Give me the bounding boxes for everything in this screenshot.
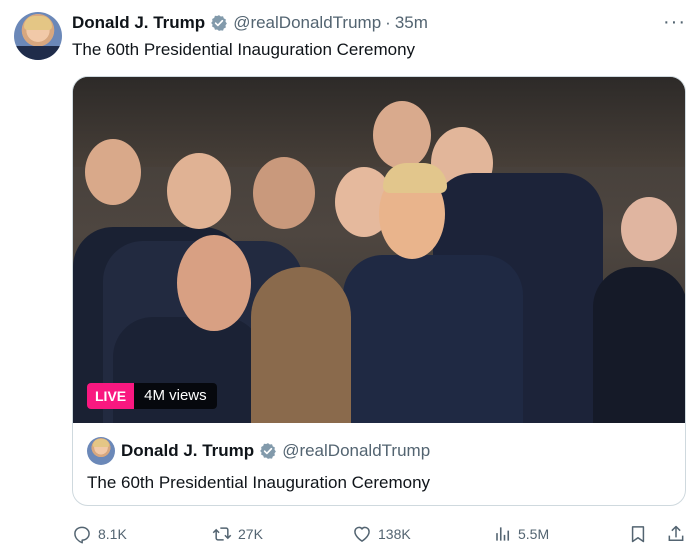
quoted-post-text: The 60th Presidential Inauguration Cerem…	[87, 473, 431, 492]
reply-count: 8.1K	[98, 526, 127, 542]
views-button[interactable]: 5.5M	[492, 522, 549, 546]
repost-icon	[212, 527, 232, 541]
embedded-live-card[interactable]: LIVE 4M views Donald J. Trump @realDonal…	[72, 76, 686, 506]
figure-head	[373, 101, 431, 169]
like-icon	[354, 526, 370, 542]
figure-hair	[383, 163, 447, 193]
live-badge: LIVE	[87, 383, 135, 409]
like-button[interactable]: 138K	[352, 522, 411, 546]
live-video[interactable]: LIVE 4M views	[73, 77, 685, 423]
more-options-icon[interactable]: ···	[663, 12, 686, 32]
figure-head	[85, 139, 141, 205]
action-bar: 8.1K 27K 138K 5.5M	[72, 522, 686, 546]
live-view-count: 4M views	[134, 383, 217, 409]
bookmark-icon	[631, 526, 645, 543]
figure-hair	[251, 267, 351, 423]
reply-icon	[74, 526, 90, 544]
avatar-hair	[24, 16, 52, 30]
figure-body	[343, 255, 523, 423]
quoted-author-handle: @realDonaldTrump	[282, 441, 431, 460]
quoted-post[interactable]: Donald J. Trump @realDonaldTrump The 60t…	[73, 423, 685, 505]
post-header: Donald J. Trump @realDonaldTrump · 35m	[72, 12, 428, 34]
figure-head	[167, 153, 231, 229]
like-count: 138K	[378, 526, 411, 542]
share-button[interactable]	[666, 522, 686, 546]
separator-dot: ·	[385, 13, 391, 32]
avatar-suit	[14, 46, 62, 60]
avatar-hair	[93, 439, 109, 447]
author-name[interactable]: Donald J. Trump	[72, 13, 205, 33]
verified-badge-icon	[211, 15, 228, 31]
quoted-post-header: Donald J. Trump @realDonaldTrump	[121, 441, 430, 461]
views-icon	[496, 527, 510, 541]
post-time[interactable]: 35m	[395, 13, 428, 33]
figure-head	[621, 197, 677, 261]
live-indicator: LIVE 4M views	[87, 383, 217, 409]
repost-count: 27K	[238, 526, 263, 542]
quoted-author-avatar	[87, 437, 115, 465]
bookmark-button[interactable]	[628, 522, 648, 546]
figure-head	[177, 235, 251, 331]
share-icon	[668, 525, 684, 541]
post-text: The 60th Presidential Inauguration Cerem…	[72, 40, 416, 59]
figure-head	[253, 157, 315, 229]
quoted-author-name: Donald J. Trump	[121, 441, 255, 460]
figure-body	[593, 267, 685, 423]
view-count: 5.5M	[518, 526, 550, 542]
repost-button[interactable]: 27K	[212, 522, 263, 546]
author-avatar[interactable]	[14, 12, 62, 60]
author-handle[interactable]: @realDonaldTrump	[233, 13, 381, 33]
reply-button[interactable]: 8.1K	[72, 522, 127, 546]
verified-badge-icon	[260, 443, 277, 459]
